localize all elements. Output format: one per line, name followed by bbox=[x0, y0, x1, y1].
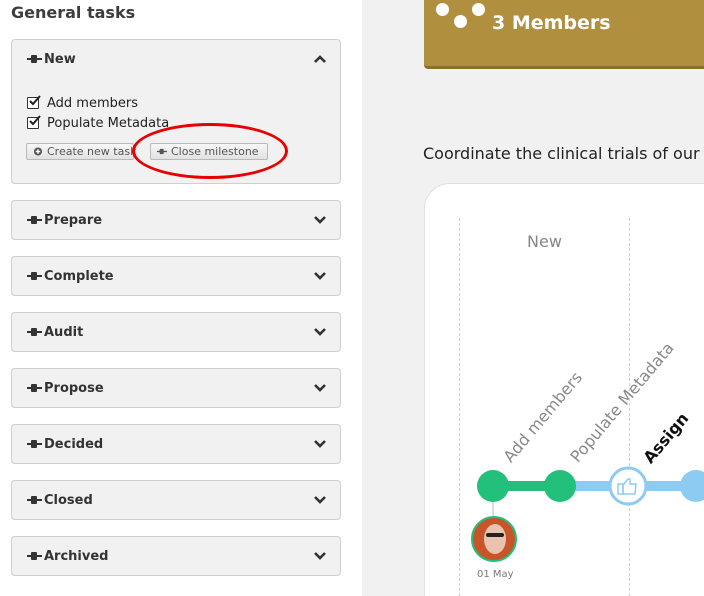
milestone-header-new[interactable]: New bbox=[12, 40, 340, 78]
milestone-label: Audit bbox=[44, 325, 84, 340]
highlight-annotation bbox=[132, 123, 288, 179]
members-banner[interactable] bbox=[424, 0, 704, 69]
chevron-down-icon[interactable] bbox=[313, 438, 327, 450]
task-label: Add members bbox=[47, 96, 138, 111]
step-node-pending bbox=[680, 470, 704, 502]
project-description: Coordinate the clinical trials of our ne bbox=[423, 144, 704, 163]
milestone-audit[interactable]: Audit bbox=[11, 312, 341, 352]
plus-circle-icon bbox=[33, 147, 43, 156]
members-icon bbox=[454, 15, 467, 28]
sidebar: General tasks New Add members Populate M… bbox=[0, 0, 362, 596]
chevron-down-icon[interactable] bbox=[313, 326, 327, 338]
pin-icon bbox=[27, 272, 42, 280]
chevron-up-icon[interactable] bbox=[313, 53, 327, 65]
milestone-prepare[interactable]: Prepare bbox=[11, 200, 341, 240]
checkbox-checked-icon bbox=[29, 95, 41, 106]
milestone-label: Decided bbox=[44, 437, 104, 452]
milestone-complete[interactable]: Complete bbox=[11, 256, 341, 296]
milestone-label: Closed bbox=[44, 493, 93, 508]
sidebar-title: General tasks bbox=[11, 3, 136, 22]
milestone-propose[interactable]: Propose bbox=[11, 368, 341, 408]
pin-icon bbox=[27, 216, 42, 224]
members-icon bbox=[436, 3, 449, 16]
checkbox-checked-icon bbox=[29, 115, 41, 126]
milestone-label: Prepare bbox=[44, 213, 103, 228]
milestone-label: New bbox=[44, 52, 76, 67]
milestone-label: Archived bbox=[44, 549, 109, 564]
step-node-done bbox=[477, 470, 509, 502]
chevron-down-icon[interactable] bbox=[313, 214, 327, 226]
avatar[interactable] bbox=[471, 516, 517, 562]
pin-icon bbox=[27, 384, 42, 392]
create-task-button[interactable]: Create new task bbox=[26, 143, 137, 160]
pin-icon bbox=[27, 496, 42, 504]
step-node-current bbox=[608, 466, 648, 506]
task-label: Populate Metadata bbox=[47, 116, 170, 131]
pin-icon bbox=[27, 55, 42, 63]
milestone-label: Propose bbox=[44, 381, 104, 396]
stage-label: New bbox=[527, 232, 562, 251]
milestone-closed[interactable]: Closed bbox=[11, 480, 341, 520]
members-count: 3 Members bbox=[492, 12, 611, 34]
task-checkbox-populate-metadata[interactable] bbox=[27, 115, 41, 129]
step-node-done bbox=[544, 470, 576, 502]
timeline-date: 01 May bbox=[477, 569, 514, 580]
milestone-archived[interactable]: Archived bbox=[11, 536, 341, 576]
milestone-label: Complete bbox=[44, 269, 114, 284]
chevron-down-icon[interactable] bbox=[313, 550, 327, 562]
avatar-glasses bbox=[486, 533, 504, 537]
pin-icon bbox=[27, 328, 42, 336]
chevron-down-icon[interactable] bbox=[313, 494, 327, 506]
pin-icon bbox=[27, 440, 42, 448]
task-checkbox-add-members[interactable] bbox=[27, 95, 41, 109]
create-task-label: Create new task bbox=[47, 145, 137, 158]
chevron-down-icon[interactable] bbox=[313, 382, 327, 394]
pin-icon bbox=[27, 552, 42, 560]
milestone-decided[interactable]: Decided bbox=[11, 424, 341, 464]
avatar-face bbox=[484, 524, 506, 554]
members-icon bbox=[472, 3, 485, 16]
chevron-down-icon[interactable] bbox=[313, 270, 327, 282]
